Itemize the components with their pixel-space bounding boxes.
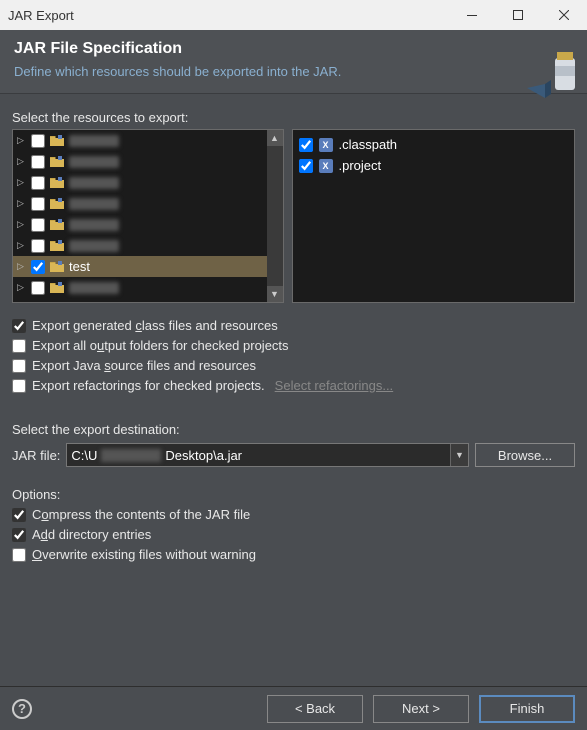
close-button[interactable] (541, 0, 587, 30)
overwrite-checkbox[interactable] (12, 548, 26, 562)
tree-item[interactable]: ▷ (13, 235, 267, 256)
tree-item-label: test (69, 259, 90, 274)
file-item[interactable]: X .project (299, 155, 569, 176)
tree-checkbox[interactable] (31, 281, 45, 295)
options-label: Options: (12, 487, 575, 502)
file-list[interactable]: X .classpath X .project (292, 129, 576, 303)
tree-checkbox[interactable] (31, 218, 45, 232)
titlebar: JAR Export (0, 0, 587, 30)
redacted-path (101, 449, 161, 462)
redacted-label (69, 198, 119, 210)
browse-button[interactable]: Browse... (475, 443, 575, 467)
tree-scrollbar[interactable]: ▲ ▼ (267, 130, 283, 302)
export-java-source-label: Export Java source files and resources (32, 358, 256, 373)
expand-icon[interactable]: ▷ (17, 177, 27, 188)
jar-file-label: JAR file: (12, 448, 60, 463)
expand-icon[interactable]: ▷ (17, 261, 27, 272)
export-output-folders-row: Export all output folders for checked pr… (12, 338, 575, 353)
tree-checkbox[interactable] (31, 197, 45, 211)
folder-icon (49, 218, 65, 232)
project-tree[interactable]: ▷ ▷ ▷ ▷ ▷ ▷ ▷ test ▷ ▲ ▼ (12, 129, 284, 303)
redacted-label (69, 240, 119, 252)
scroll-up-icon[interactable]: ▲ (267, 130, 283, 146)
tree-checkbox[interactable] (31, 260, 45, 274)
tree-item[interactable]: ▷ (13, 193, 267, 214)
expand-icon[interactable]: ▷ (17, 219, 27, 230)
tree-item[interactable]: ▷ (13, 151, 267, 172)
export-refactorings-label: Export refactorings for checked projects… (32, 378, 265, 393)
export-class-files-row: Export generated class files and resourc… (12, 318, 575, 333)
compress-checkbox[interactable] (12, 508, 26, 522)
file-label: .classpath (339, 137, 398, 152)
page-title: JAR File Specification (14, 40, 573, 58)
tree-checkbox[interactable] (31, 239, 45, 253)
jar-file-combo[interactable]: C:\U Desktop\a.jar ▼ (66, 443, 469, 467)
overwrite-label: Overwrite existing files without warning (32, 547, 256, 562)
redacted-label (69, 219, 119, 231)
folder-icon (49, 239, 65, 253)
dir-entries-label: Add directory entries (32, 527, 151, 542)
wizard-footer: ? < Back Next > Finish (0, 686, 587, 730)
window-title: JAR Export (8, 8, 449, 23)
folder-icon (49, 197, 65, 211)
tree-checkbox[interactable] (31, 134, 45, 148)
overwrite-row: Overwrite existing files without warning (12, 547, 575, 562)
folder-icon (49, 155, 65, 169)
tree-item[interactable]: ▷ (13, 214, 267, 235)
folder-icon (49, 176, 65, 190)
folder-icon (49, 281, 65, 295)
export-class-files-label: Export generated class files and resourc… (32, 318, 278, 333)
tree-item[interactable]: ▷ (13, 172, 267, 193)
wizard-header: JAR File Specification Define which reso… (0, 30, 587, 94)
jar-icon (527, 44, 577, 103)
select-refactorings-link[interactable]: Select refactorings... (275, 378, 394, 393)
maximize-button[interactable] (495, 0, 541, 30)
compress-row: Compress the contents of the JAR file (12, 507, 575, 522)
tree-item[interactable]: ▷ (13, 277, 267, 298)
file-icon: X (319, 159, 333, 173)
file-checkbox[interactable] (299, 138, 313, 152)
redacted-label (69, 282, 119, 294)
redacted-label (69, 177, 119, 189)
chevron-down-icon[interactable]: ▼ (450, 444, 468, 466)
export-java-source-checkbox[interactable] (12, 359, 26, 373)
file-label: .project (339, 158, 382, 173)
tree-item[interactable]: ▷ test (13, 256, 267, 277)
finish-button[interactable]: Finish (479, 695, 575, 723)
expand-icon[interactable]: ▷ (17, 135, 27, 146)
destination-label: Select the export destination: (12, 422, 575, 437)
page-subtitle: Define which resources should be exporte… (14, 64, 573, 79)
expand-icon[interactable]: ▷ (17, 198, 27, 209)
export-refactorings-checkbox[interactable] (12, 379, 26, 393)
back-button[interactable]: < Back (267, 695, 363, 723)
tree-checkbox[interactable] (31, 155, 45, 169)
expand-icon[interactable]: ▷ (17, 282, 27, 293)
folder-icon (49, 134, 65, 148)
tree-checkbox[interactable] (31, 176, 45, 190)
compress-label: Compress the contents of the JAR file (32, 507, 250, 522)
expand-icon[interactable]: ▷ (17, 240, 27, 251)
next-button[interactable]: Next > (373, 695, 469, 723)
expand-icon[interactable]: ▷ (17, 156, 27, 167)
help-icon[interactable]: ? (12, 699, 32, 719)
folder-icon (49, 260, 65, 274)
export-refactorings-row: Export refactorings for checked projects… (12, 378, 575, 393)
redacted-label (69, 135, 119, 147)
export-class-files-checkbox[interactable] (12, 319, 26, 333)
redacted-label (69, 156, 119, 168)
export-output-folders-checkbox[interactable] (12, 339, 26, 353)
minimize-button[interactable] (449, 0, 495, 30)
resources-label: Select the resources to export: (12, 110, 575, 125)
scroll-down-icon[interactable]: ▼ (267, 286, 283, 302)
file-checkbox[interactable] (299, 159, 313, 173)
file-item[interactable]: X .classpath (299, 134, 569, 155)
dir-entries-checkbox[interactable] (12, 528, 26, 542)
dir-entries-row: Add directory entries (12, 527, 575, 542)
export-output-folders-label: Export all output folders for checked pr… (32, 338, 289, 353)
file-icon: X (319, 138, 333, 152)
tree-item[interactable]: ▷ (13, 130, 267, 151)
export-java-source-row: Export Java source files and resources (12, 358, 575, 373)
